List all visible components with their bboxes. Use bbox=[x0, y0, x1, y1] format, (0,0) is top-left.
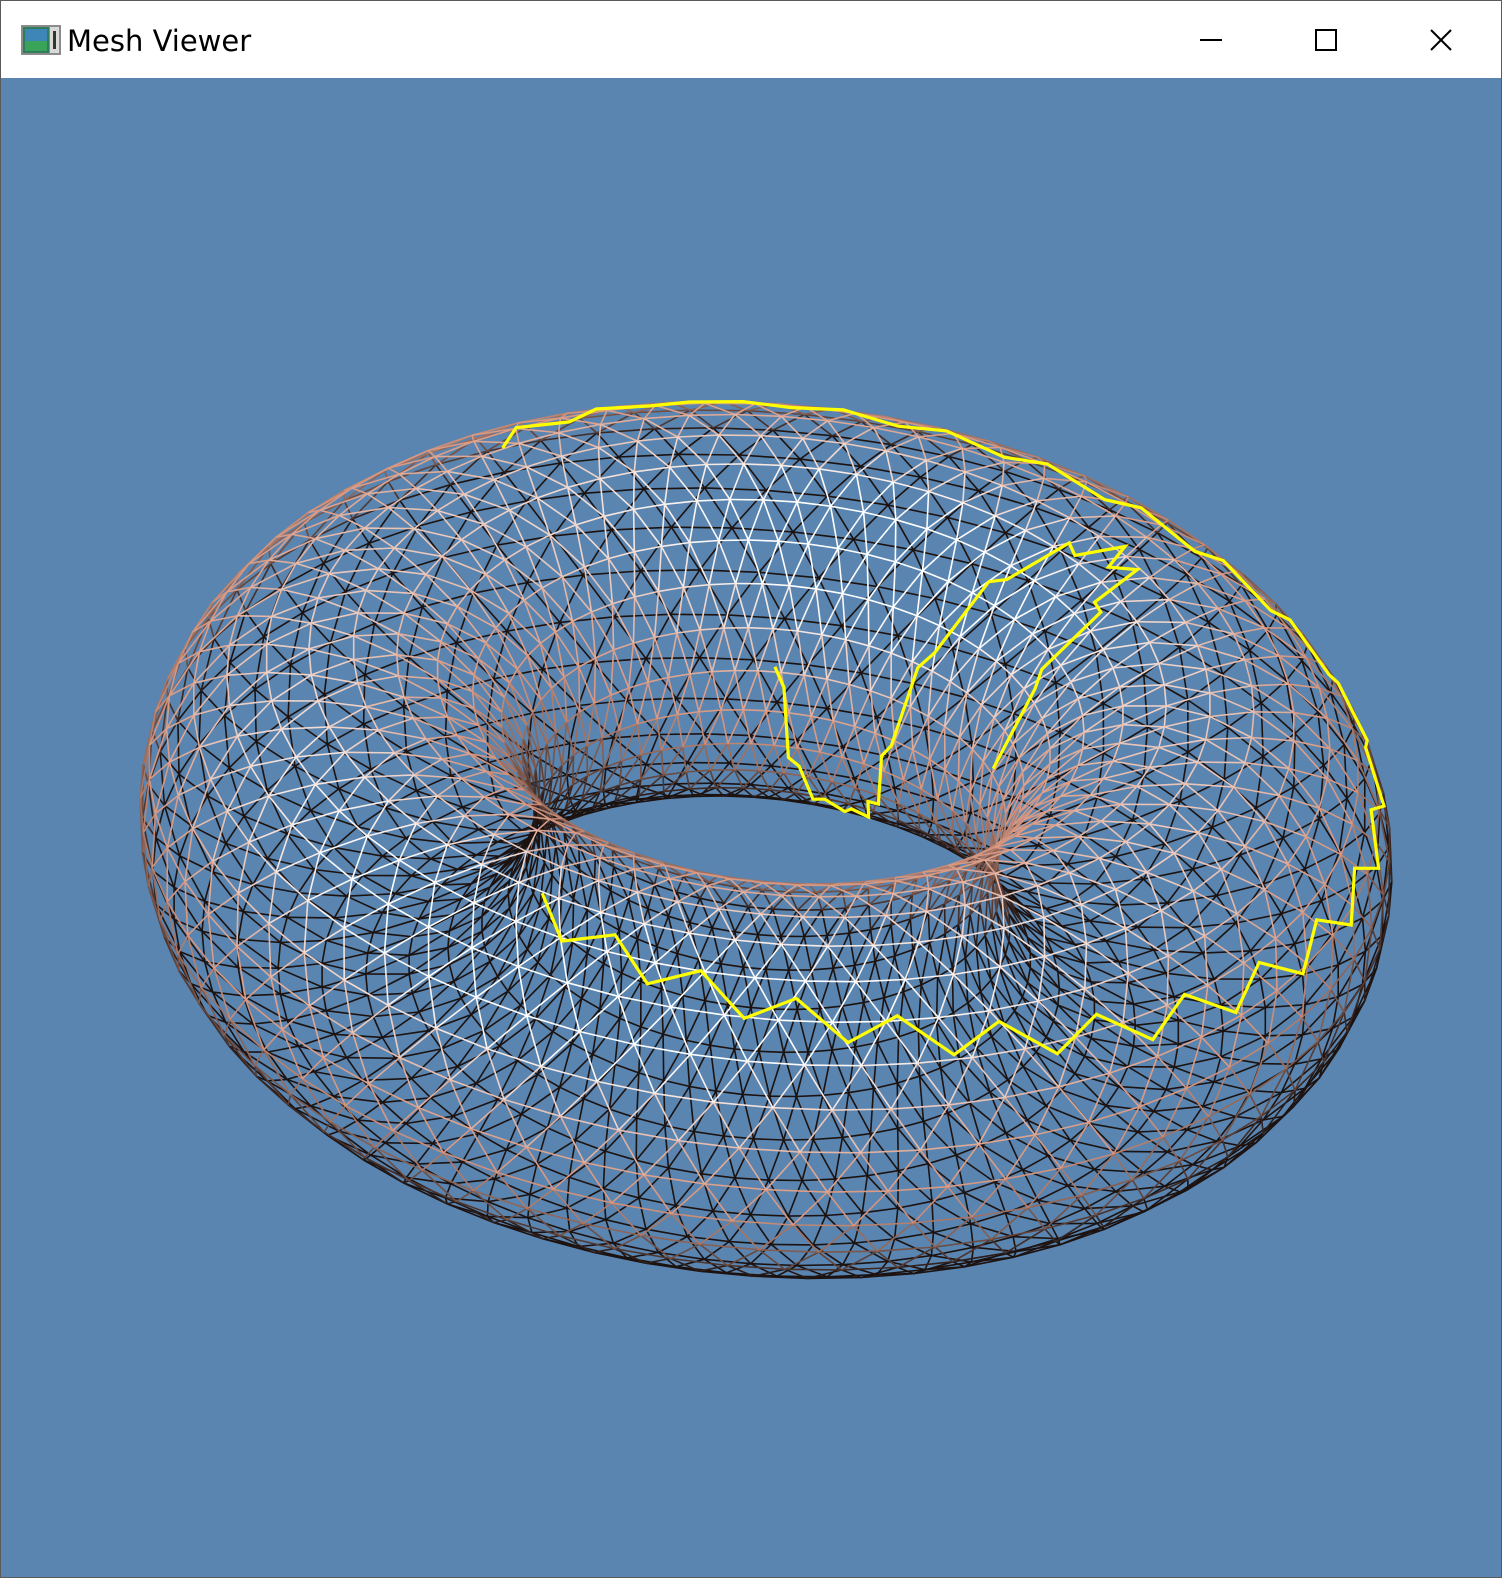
close-button[interactable] bbox=[1385, 1, 1497, 78]
maximize-button[interactable] bbox=[1270, 1, 1382, 78]
minimize-button[interactable] bbox=[1155, 1, 1267, 78]
maximize-icon bbox=[1315, 28, 1337, 51]
title-bar[interactable]: Mesh Viewer bbox=[1, 1, 1501, 78]
torus-mesh bbox=[139, 400, 1393, 1280]
render-viewport[interactable] bbox=[1, 78, 1501, 1577]
mesh-viewer-window: Mesh Viewer bbox=[0, 0, 1502, 1578]
window-title: Mesh Viewer bbox=[67, 24, 252, 58]
minimize-icon bbox=[1200, 38, 1222, 41]
app-icon bbox=[21, 25, 61, 55]
torus-wireframe-canvas[interactable] bbox=[1, 78, 1501, 1577]
close-icon bbox=[1430, 28, 1452, 51]
